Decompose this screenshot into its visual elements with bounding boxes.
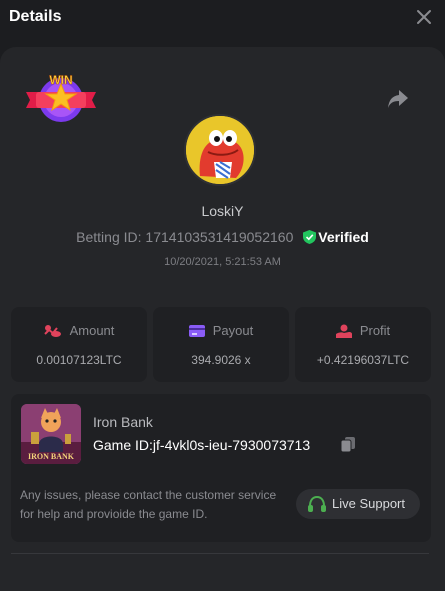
support-notice: Any issues, please contact the customer …: [20, 488, 277, 521]
game-card: IRON BANK Iron Bank Game ID:jf-4vkl0s-ie…: [11, 394, 431, 542]
divider: [11, 553, 429, 554]
amount-label: Amount: [69, 323, 115, 338]
share-icon[interactable]: [386, 88, 410, 110]
betting-id-line: Betting ID: 1714103531419052160 Verified: [0, 229, 445, 245]
card-icon: [188, 325, 205, 337]
copy-icon[interactable]: [340, 436, 356, 453]
bet-timestamp: 10/20/2021, 5:21:53 AM: [164, 256, 281, 268]
game-id-label: Game ID:: [93, 437, 153, 453]
game-id-value: jf-4vkl0s-ieu-7930073713: [152, 437, 311, 453]
betting-id-value: 1714103531419052160: [145, 229, 294, 245]
verified-label: Verified: [318, 229, 369, 245]
headset-icon: [308, 496, 326, 512]
header: Details: [0, 0, 445, 36]
coins-icon: [43, 325, 61, 337]
amount-value: 0.00107123LTC: [36, 353, 122, 367]
live-support-button[interactable]: Live Support: [296, 489, 420, 519]
username: LoskiY: [201, 203, 244, 219]
shield-check-icon: [303, 230, 317, 244]
betting-id-label: Betting ID:: [76, 229, 142, 245]
game-id: Game ID:jf-4vkl0s-ieu-7930073713: [93, 437, 310, 453]
win-badge-icon: WIN: [24, 72, 98, 126]
profit-card: Profit +0.42196037LTC: [295, 307, 431, 382]
amount-card: Amount 0.00107123LTC: [11, 307, 147, 382]
payout-value: 394.9026 x: [191, 353, 251, 367]
game-thumbnail[interactable]: IRON BANK: [21, 404, 81, 464]
payout-label: Payout: [212, 323, 254, 338]
win-badge-text: WIN: [49, 73, 72, 87]
profit-value: +0.42196037LTC: [316, 353, 410, 367]
profit-label: Profit: [359, 323, 391, 338]
page-title: Details: [9, 8, 62, 25]
close-icon[interactable]: [415, 8, 433, 26]
live-support-label: Live Support: [332, 496, 405, 511]
game-name: Iron Bank: [93, 414, 153, 430]
avatar: [184, 114, 256, 186]
payout-card: Payout 394.9026 x: [153, 307, 289, 382]
hand-coin-icon: [335, 324, 352, 338]
game-thumb-caption: IRON BANK: [28, 452, 75, 461]
